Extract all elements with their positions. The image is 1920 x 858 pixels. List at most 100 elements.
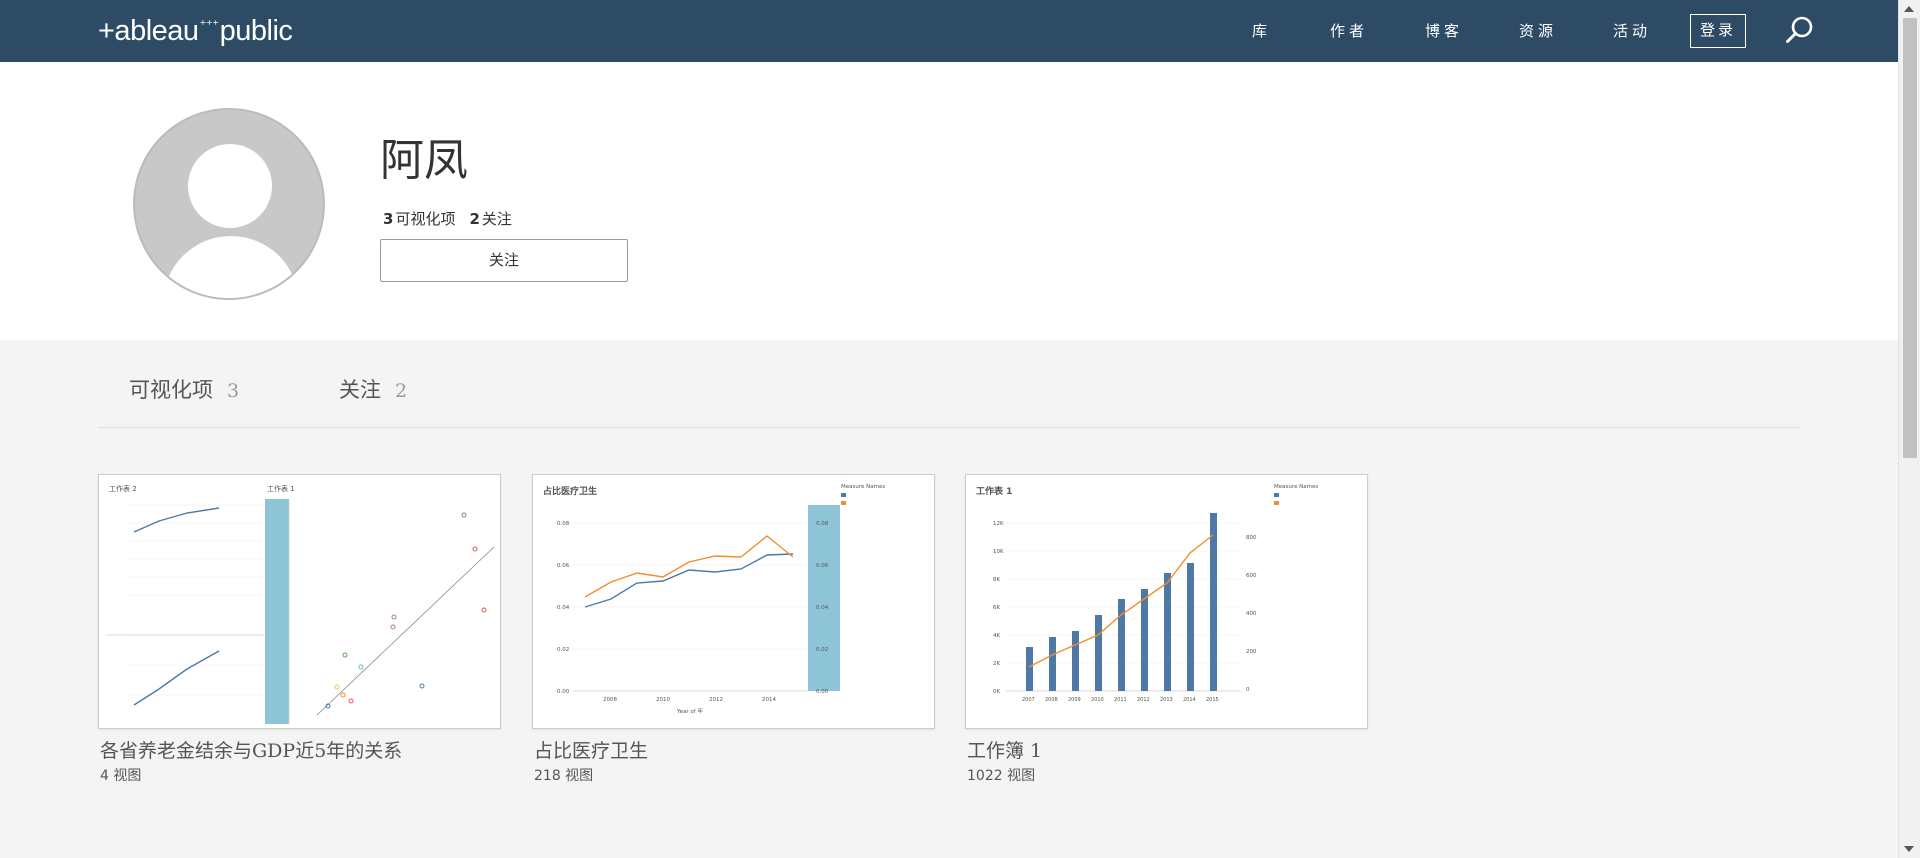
viz-card-thumbnail-1[interactable]: 工作表 2 工作表 1 (98, 474, 501, 729)
scroll-thumb[interactable] (1903, 18, 1917, 458)
thumb-legend-title-2: Measure Names (841, 484, 885, 490)
svg-text:0: 0 (1246, 687, 1250, 693)
svg-text:2010: 2010 (656, 697, 670, 703)
tab-following[interactable]: 关注 2 (339, 374, 407, 404)
top-nav-bar: +ableau⁺⁺⁺public 库 作者 博客 资源 活动 登录 (0, 0, 1898, 62)
search-icon[interactable] (1784, 14, 1816, 46)
follow-button[interactable]: 关注 (380, 239, 628, 282)
following-count-label: 关注 (481, 210, 512, 228)
svg-text:2008: 2008 (1045, 697, 1058, 703)
svg-text:0.04: 0.04 (557, 605, 570, 611)
nav-item-authors[interactable]: 作者 (1330, 0, 1368, 62)
svg-text:2008: 2008 (603, 697, 617, 703)
svg-text:400: 400 (1246, 611, 1257, 617)
thumb-line-bottom (133, 650, 220, 706)
thumb-sheet-b: 工作表 1 (267, 484, 295, 493)
profile-name: 阿凤 (380, 135, 468, 186)
viz-card-views-1: 4 视图 (100, 768, 142, 784)
svg-text:0.04: 0.04 (816, 605, 829, 611)
tab-visualizations-label: 可视化项 (129, 378, 213, 402)
thumb-xticks: 2008 2010 2012 2014 (603, 697, 776, 703)
thumb-line-top (133, 507, 220, 533)
thumb-yticks-right: 800 600 400 200 0 (1246, 535, 1257, 693)
svg-text:2014: 2014 (762, 697, 776, 703)
svg-text:0.08: 0.08 (816, 521, 829, 527)
nav-item-events[interactable]: 活动 (1613, 0, 1651, 62)
svg-text:8K: 8K (993, 577, 1000, 583)
thumb-scatter-points (325, 512, 487, 709)
thumb-xlabel: Year of 年 (676, 707, 703, 715)
viz-card-title-1[interactable]: 各省养老金结余与GDP近5年的关系 (100, 736, 402, 763)
thumb-teal-band (265, 499, 289, 724)
viz-card-thumbnail-2[interactable]: 占比医疗卫生 Measure Names 0.08 0.06 0.04 0.02… (532, 474, 935, 729)
svg-text:0.06: 0.06 (557, 563, 570, 569)
thumb-trend-line (316, 546, 495, 716)
svg-text:2014: 2014 (1183, 697, 1196, 703)
tab-following-count: 2 (395, 380, 408, 402)
thumb-title-3: 工作表 1 (976, 485, 1012, 497)
svg-text:2009: 2009 (1068, 697, 1081, 703)
svg-text:0.00: 0.00 (557, 689, 570, 695)
svg-text:10K: 10K (993, 549, 1004, 555)
svg-text:2011: 2011 (1114, 697, 1127, 703)
thumb-sheet-a: 工作表 2 (109, 484, 137, 493)
thumbnail-chart-1: 工作表 2 工作表 1 (107, 484, 495, 724)
svg-text:2012: 2012 (709, 697, 723, 703)
svg-text:0.00: 0.00 (816, 689, 829, 695)
legend-swatch-blue (1274, 493, 1279, 497)
thumb-xticks: 2007 2008 2009 2010 2011 2012 2013 2014 … (1022, 697, 1219, 703)
tabs-divider (98, 427, 1800, 428)
profile-stats: 3 可视化项 2 关注 (383, 208, 512, 229)
viz-card-title-3[interactable]: 工作簿 1 (967, 736, 1042, 763)
thumbnail-chart-3: 工作表 1 Measure Names 12K 10K 8K 6K 4K 2K … (976, 484, 1318, 703)
svg-text:2015: 2015 (1206, 697, 1219, 703)
page-scrollbar[interactable] (1898, 0, 1920, 858)
svg-text:0.08: 0.08 (557, 521, 570, 527)
legend-swatch-orange (841, 501, 846, 505)
thumb-yticks-left: 0.08 0.06 0.04 0.02 0.00 (557, 521, 570, 695)
legend-swatch-blue (841, 493, 846, 497)
tab-following-label: 关注 (339, 378, 381, 402)
svg-text:200: 200 (1246, 649, 1257, 655)
avatar-head-shape (188, 144, 272, 228)
legend-swatch-orange (1274, 501, 1279, 505)
thumb-yticks-left: 12K 10K 8K 6K 4K 2K 0K (993, 521, 1004, 695)
profile-section: 阿凤 3 可视化项 2 关注 关注 (0, 62, 1898, 340)
nav-item-blog[interactable]: 博客 (1425, 0, 1463, 62)
viz-card-thumbnail-3[interactable]: 工作表 1 Measure Names 12K 10K 8K 6K 4K 2K … (965, 474, 1368, 729)
tableau-public-logo[interactable]: +ableau⁺⁺⁺public (98, 14, 293, 48)
svg-text:0K: 0K (993, 689, 1000, 695)
thumb-grid (127, 504, 264, 696)
svg-text:0.02: 0.02 (816, 647, 828, 653)
thumb-bars (1026, 513, 1217, 691)
viz-card-views-2: 218 视图 (534, 768, 594, 784)
tab-visualizations-count: 3 (227, 380, 240, 402)
scroll-up-arrow-icon[interactable] (1904, 6, 1914, 12)
signin-button[interactable]: 登录 (1690, 14, 1746, 48)
scroll-down-arrow-icon[interactable] (1904, 846, 1914, 852)
thumb-title-2: 占比医疗卫生 (543, 485, 597, 497)
avatar-body-shape (163, 236, 299, 298)
svg-text:2012: 2012 (1137, 697, 1150, 703)
nav-item-library[interactable]: 库 (1252, 0, 1271, 62)
nav-item-resources[interactable]: 资源 (1519, 0, 1557, 62)
thumb-teal-band (808, 505, 840, 691)
svg-text:6K: 6K (993, 605, 1000, 611)
svg-text:0.06: 0.06 (816, 563, 829, 569)
avatar (133, 108, 325, 300)
svg-text:2010: 2010 (1091, 697, 1104, 703)
svg-text:2007: 2007 (1022, 697, 1035, 703)
svg-text:600: 600 (1246, 573, 1257, 579)
svg-text:800: 800 (1246, 535, 1257, 541)
thumb-legend-title-3: Measure Names (1274, 484, 1318, 490)
svg-text:2013: 2013 (1160, 697, 1173, 703)
viz-count-label: 可视化项 (395, 210, 456, 228)
following-count: 2 (469, 210, 480, 228)
viz-count: 3 (383, 210, 394, 228)
tab-visualizations[interactable]: 可视化项 3 (129, 374, 239, 404)
thumb-grid (573, 522, 808, 650)
viz-card-title-2[interactable]: 占比医疗卫生 (534, 736, 648, 763)
svg-text:4K: 4K (993, 633, 1000, 639)
thumbnail-chart-2: 占比医疗卫生 Measure Names 0.08 0.06 0.04 0.02… (543, 484, 885, 715)
svg-text:2K: 2K (993, 661, 1000, 667)
